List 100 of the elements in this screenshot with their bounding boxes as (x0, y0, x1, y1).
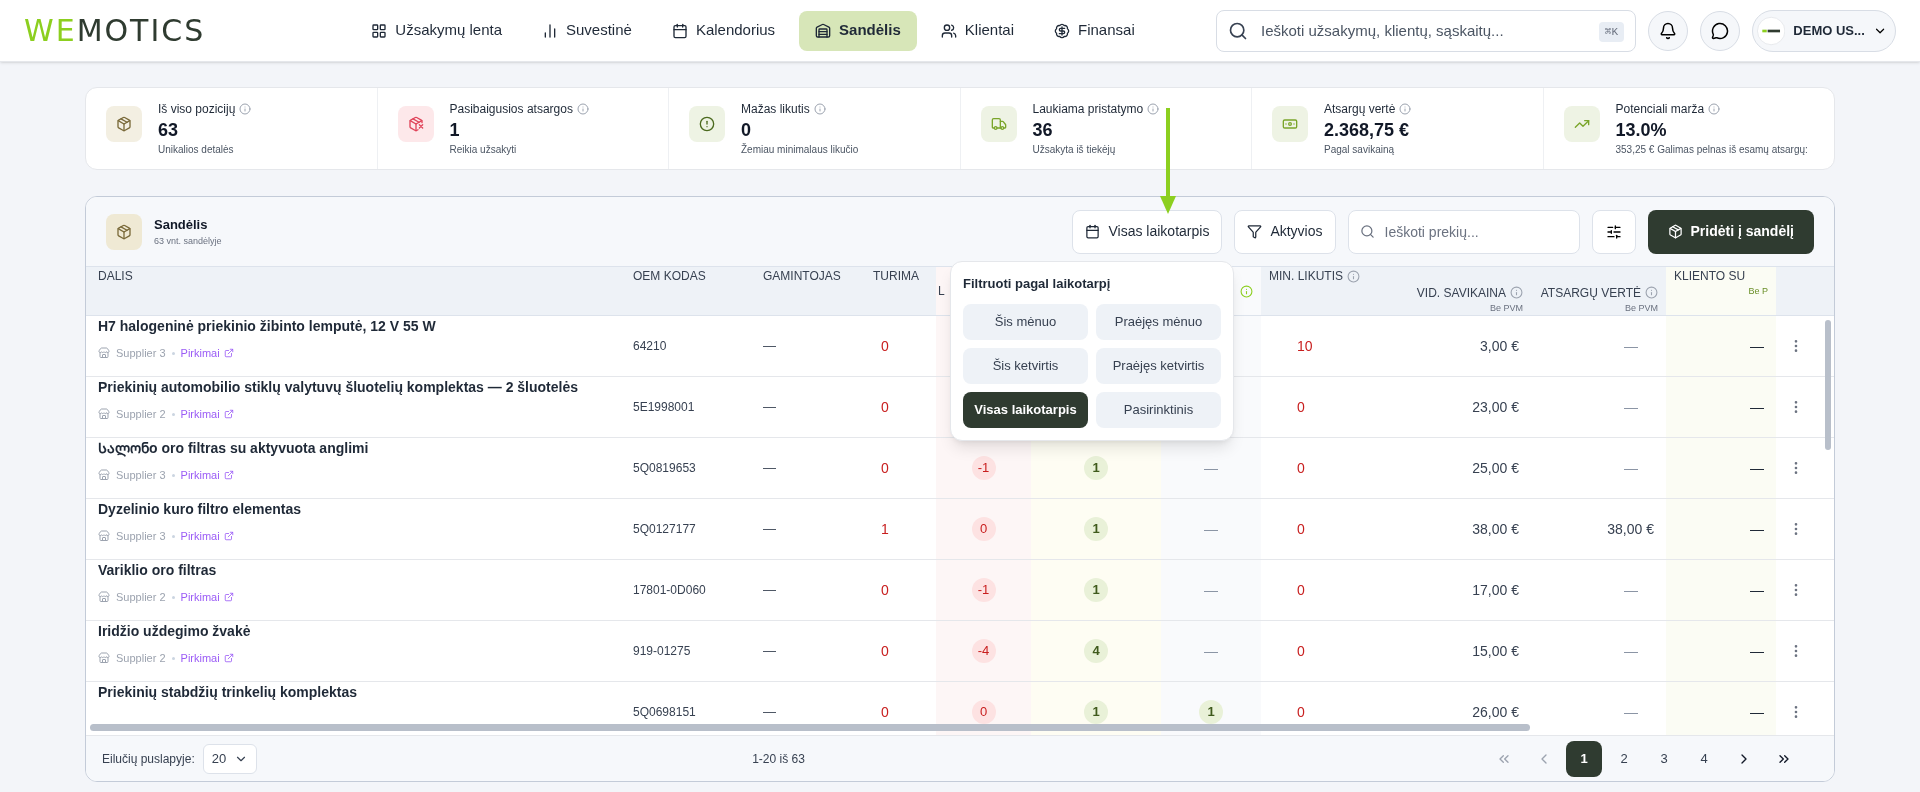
stat-value: 13.0% (1615, 119, 1668, 142)
period-option[interactable]: Praėjęs ketvirtis (1096, 347, 1221, 384)
nav-tab[interactable]: Klientai (924, 10, 1030, 51)
supplier-name: Supplier 3 (116, 468, 166, 483)
table-cell-text: — (1750, 702, 1764, 722)
stock-count: 0 (880, 336, 889, 356)
stock-count: 0 (880, 397, 889, 417)
column-header: VID. SAVIKAINA (1416, 284, 1506, 302)
count-badge: 4 (1084, 639, 1108, 663)
stat-label: Iš viso pozicijų (158, 101, 236, 118)
page-range: 1-20 iš 63 (752, 750, 805, 768)
page-button[interactable]: 4 (1686, 740, 1722, 777)
rows-per-page-select[interactable]: 20 (202, 743, 258, 774)
column-header: TURIMA (873, 268, 919, 285)
count-badge: 1 (1084, 578, 1108, 602)
table-cell-text: — (1750, 641, 1764, 661)
page-button[interactable]: 1 (1566, 740, 1602, 777)
stock-value: — (1624, 397, 1639, 417)
count-badge: 1 (1084, 700, 1108, 724)
part-name: Priekinių automobilio stiklų valytuvų šluotelių komplektas — 2 šluotelės (98, 378, 578, 397)
nav-tab[interactable]: Finansai (1038, 10, 1151, 51)
column-header: MIN. LIKUTIS (1269, 268, 1343, 285)
count-badge: 1 (1199, 700, 1223, 724)
search-field[interactable]: Ieškoti prekių... (1347, 209, 1580, 254)
column-subheader: Be PVM (1489, 301, 1523, 315)
purchases-link[interactable]: Pirkimai (180, 650, 234, 667)
average-cost: 25,00 € (1472, 458, 1519, 478)
stock-count: 1 (880, 519, 889, 539)
empty-value: — (1204, 641, 1218, 661)
period-option[interactable]: Pasirinktinis (1096, 391, 1221, 428)
stock-count: 0 (880, 702, 889, 722)
column-subheader: Be P (1747, 285, 1768, 298)
period-option[interactable]: Šis ketvirtis (963, 347, 1088, 384)
stat-caption: 353,25 € Galimas pelnas iš esamų atsargų: (1615, 143, 1808, 157)
table-cell-text: — (763, 459, 776, 478)
part-name: Priekinių stabdžių trinkelių komplektas (98, 683, 358, 702)
count-badge: 1 (1084, 456, 1108, 480)
part-name: H7 halogeninė priekinio žibinto lemputė, 12 V 55 W (98, 317, 436, 336)
nav-tab[interactable]: Kalendorius (655, 10, 792, 51)
table-cell-text: — (1750, 397, 1764, 417)
page-button[interactable]: 2 (1606, 740, 1642, 777)
nav-tab[interactable]: Sandėlis (799, 10, 917, 51)
nav-tab[interactable]: Suvestinė (526, 10, 648, 51)
oem-code: 17801-0D060 (633, 582, 706, 599)
stock-count: 0 (880, 641, 889, 661)
column-header: ATSARGŲ VERTĖ (1540, 284, 1641, 302)
supplier-name: Supplier 2 (116, 590, 166, 605)
purchases-link[interactable]: Pirkimai (180, 467, 234, 484)
table-cell-text: — (763, 642, 776, 661)
column-header: DALIS (98, 268, 133, 285)
period-button[interactable]: Visas laikotarpis (1072, 209, 1223, 254)
stat-caption: Žemiau minimalaus likučio (741, 142, 859, 157)
user-menu[interactable]: DEMO US... (1752, 9, 1896, 52)
stat-value: 36 (1032, 119, 1054, 142)
stock-value: — (1624, 580, 1639, 600)
min-stock: 0 (1296, 458, 1305, 478)
stock-value: — (1624, 336, 1639, 356)
column-header: KLIENTO SU (1674, 268, 1746, 285)
oem-code: 5Q0819653 (633, 460, 696, 477)
stock-value: — (1624, 641, 1639, 661)
purchases-link[interactable]: Pirkimai (180, 528, 234, 545)
panel-title: Sandėlis (154, 216, 209, 234)
stat-label: Atsargų vertė (1324, 101, 1396, 118)
nav-tab[interactable]: Užsakymų lenta (355, 10, 518, 51)
table-cell-text: — (763, 520, 776, 539)
table-cell-text: — (1750, 458, 1764, 478)
purchases-link[interactable]: Pirkimai (180, 406, 234, 423)
average-cost: 23,00 € (1472, 397, 1519, 417)
page-button[interactable]: 3 (1646, 740, 1682, 777)
add-button[interactable]: Pridėti į sandėlį (1647, 209, 1814, 254)
average-cost: 26,00 € (1472, 702, 1519, 722)
menu-title: Filtruoti pagal laikotarpį (963, 275, 1112, 293)
period-option[interactable]: Šis mėnuo (963, 303, 1088, 340)
filter-button[interactable]: Aktyvios (1234, 209, 1336, 254)
average-cost: 38,00 € (1472, 519, 1519, 539)
empty-value: — (1204, 458, 1218, 478)
supplier-name: Supplier 2 (116, 407, 166, 422)
stat-caption: Pagal savikainą (1324, 143, 1396, 157)
panel-subtitle: 63 vnt. sandėlyje (154, 234, 222, 248)
average-cost: 17,00 € (1472, 580, 1519, 600)
oem-code: 5E1998001 (633, 399, 695, 416)
table-cell-text: — (763, 398, 776, 417)
purchases-link[interactable]: Pirkimai (180, 589, 234, 606)
stock-value: 38,00 € (1607, 519, 1654, 539)
stock-value: — (1624, 702, 1639, 722)
stat-value: 0 (741, 119, 752, 142)
stock-count: 0 (880, 458, 889, 478)
count-badge: -1 (971, 456, 996, 480)
stat-caption: Reikia užsakyti (449, 143, 518, 157)
period-option[interactable]: Visas laikotarpis (963, 391, 1088, 428)
count-badge: 1 (1084, 517, 1108, 541)
min-stock: 0 (1296, 397, 1305, 417)
stat-caption: Užsakyta iš tiekėjų (1032, 143, 1117, 157)
stat-label: Potenciali marža (1615, 101, 1705, 118)
stat-value: 1 (449, 119, 461, 142)
purchases-link[interactable]: Pirkimai (180, 345, 234, 362)
period-option[interactable]: Praėjęs mėnuo (1096, 303, 1221, 340)
stat-caption: Unikalios detalės (158, 143, 235, 157)
logo: WEMOTICS (24, 15, 206, 46)
oem-code: 5Q0127177 (633, 521, 696, 538)
